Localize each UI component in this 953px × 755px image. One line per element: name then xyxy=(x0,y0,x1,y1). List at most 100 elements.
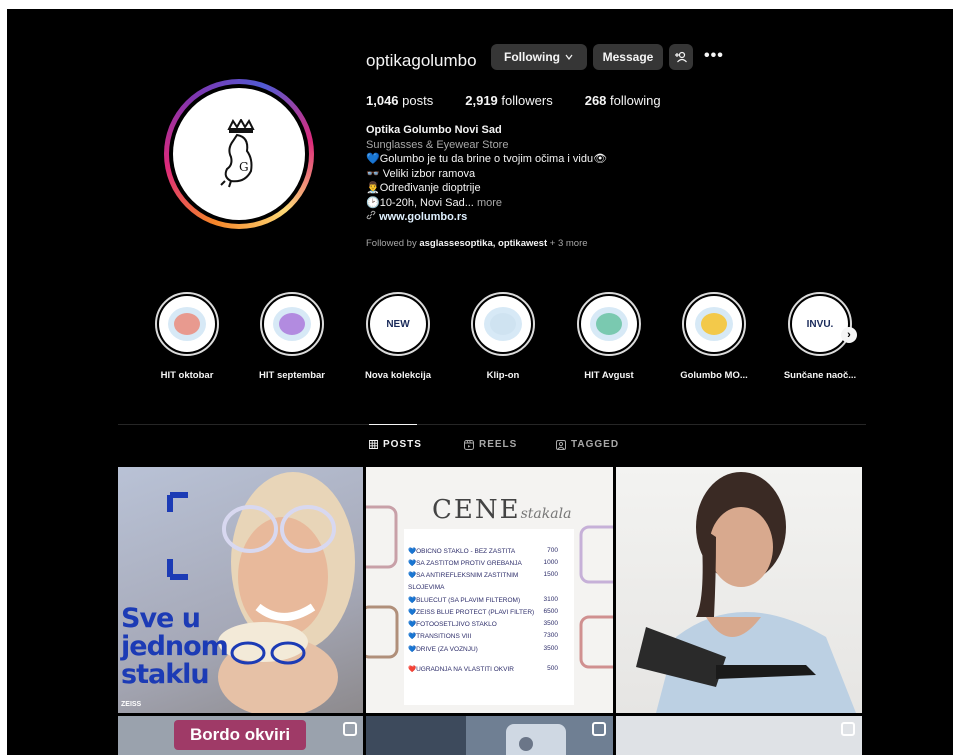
profile-stats: 1,046 posts 2,919 followers 268 followin… xyxy=(366,93,661,108)
svg-text:G: G xyxy=(239,160,249,174)
price-item: ❤️UGRADNJA NA VLASTITI OKVIR xyxy=(408,666,514,673)
post-tile[interactable] xyxy=(616,467,862,713)
post-tile[interactable] xyxy=(616,716,862,755)
add-user-icon xyxy=(675,51,687,63)
highlight-item[interactable]: Golumbo MO... xyxy=(669,292,759,381)
profile-bio: Optika Golumbo Novi Sad Sunglasses & Eye… xyxy=(366,123,726,225)
bio-line: 🕑10-20h, Novi Sad... more xyxy=(366,196,502,209)
price-item: 💙ZEISS BLUE PROTECT (PLAVI FILTER) xyxy=(408,609,535,616)
chevron-down-icon xyxy=(565,54,573,60)
price-item: 💙SA ZASTITOM PROTIV GREBANJA xyxy=(408,560,522,568)
reels-icon xyxy=(464,439,474,450)
price-value: 3500 xyxy=(543,644,558,652)
more-link[interactable]: more xyxy=(477,197,502,209)
category-label: Sunglasses & Eyewear Store xyxy=(366,138,509,151)
following-button[interactable]: Following xyxy=(491,44,587,70)
post-caption-overlay: Sve u jednom staklu xyxy=(121,603,229,690)
price-list-title: CENEstakala xyxy=(432,495,572,525)
highlight-item[interactable]: NEW Nova kolekcija xyxy=(353,292,443,381)
posts-stat: 1,046 posts xyxy=(366,93,434,108)
highlight-cover-text: NEW xyxy=(386,318,410,330)
reel-indicator-icon xyxy=(343,722,357,736)
price-row: 💙SA ZASTITOM PROTIV GREBANJA 1000 xyxy=(408,559,558,567)
highlight-cover xyxy=(475,296,531,352)
highlight-cover-shape xyxy=(596,313,622,335)
reel-indicator-icon xyxy=(592,722,606,736)
price-item: 💙BLUECUT (SA PLAVIM FILTEROM) xyxy=(408,596,521,604)
tagged-icon xyxy=(556,439,566,450)
highlight-ring: NEW xyxy=(366,292,430,356)
price-item: 💙OBICNO STAKLO - BEZ ZASTITA xyxy=(408,548,516,555)
tab-reels[interactable]: REELS xyxy=(464,439,517,450)
price-item: 💙SA ANTIREFLEKSNIM ZASTITNIM xyxy=(408,572,519,580)
price-item: 💙FOTOOSETLJIVO STAKLO xyxy=(408,621,497,629)
golumbo-logo-icon: G xyxy=(220,119,255,188)
post-tile[interactable]: CENEstakala 💙OBICNO STAKLO - BEZ ZASTITA… xyxy=(366,467,613,713)
highlight-ring xyxy=(260,292,324,356)
post-tile[interactable] xyxy=(366,716,613,755)
price-value: 7300 xyxy=(543,632,558,640)
highlight-label: Nova kolekcija xyxy=(364,370,431,381)
followed-by-text[interactable]: Followed by asglassesoptika, optikawest … xyxy=(366,238,588,249)
price-item: 💙TRANSITIONS VIII xyxy=(408,633,472,641)
price-row: 💙FOTOOSETLJIVO STAKLO 3500 xyxy=(408,620,558,628)
highlight-item[interactable]: HIT oktobar xyxy=(142,292,232,381)
highlight-cover-shape xyxy=(701,313,727,335)
highlight-cover xyxy=(264,296,320,352)
tab-tagged[interactable]: TAGGED xyxy=(556,439,619,450)
link-icon xyxy=(366,210,376,220)
post-photo-illustration xyxy=(366,716,566,755)
highlight-cover-shape xyxy=(490,313,516,335)
post-caption-overlay: Bordo okviri xyxy=(174,720,306,750)
post-tile[interactable]: Bordo okviri xyxy=(118,716,363,755)
highlight-label: HIT Avgust xyxy=(584,370,634,381)
highlight-label: HIT oktobar xyxy=(160,370,214,381)
profile-username: optikagolumbo xyxy=(366,51,477,70)
highlight-item[interactable]: Klip-on xyxy=(458,292,548,381)
price-value: 6500 xyxy=(543,608,558,615)
tab-posts[interactable]: POSTS xyxy=(369,439,422,450)
more-options-icon[interactable]: ••• xyxy=(704,47,724,65)
price-value: 500 xyxy=(547,665,558,672)
price-item: 💙DRIVE (ZA VOZNJU) xyxy=(408,645,478,653)
highlight-item[interactable]: HIT Avgust xyxy=(564,292,654,381)
price-row: 💙DRIVE (ZA VOZNJU) 3500 xyxy=(408,645,558,653)
bio-line: 👨‍⚕️Određivanje dioptrije xyxy=(366,182,481,194)
tabs-divider xyxy=(118,424,866,425)
followers-stat[interactable]: 2,919 followers xyxy=(465,93,552,108)
post-tile[interactable]: Sve u jednom staklu ZEISS xyxy=(118,467,363,713)
active-tab-indicator xyxy=(369,424,417,425)
profile-avatar-story-ring[interactable]: G xyxy=(164,79,314,229)
highlight-label: HIT septembar xyxy=(259,370,325,381)
price-row: 💙TRANSITIONS VIII 7300 xyxy=(408,632,558,640)
reel-indicator-icon xyxy=(841,722,855,736)
zeiss-brand-label: ZEISS xyxy=(121,701,142,708)
price-value: 3500 xyxy=(543,620,558,628)
message-button[interactable]: Message xyxy=(593,44,663,70)
highlight-ring xyxy=(471,292,535,356)
highlight-cover xyxy=(159,296,215,352)
highlight-label: Klip-on xyxy=(486,370,520,381)
suggested-accounts-button[interactable] xyxy=(669,44,693,70)
grid-icon xyxy=(369,440,378,449)
highlight-cover-text: INVU. xyxy=(806,318,834,330)
price-row: 💙OBICNO STAKLO - BEZ ZASTITA 700 xyxy=(408,547,558,555)
highlight-label: Sunčane naoč... xyxy=(783,370,857,381)
website-row: www.golumbo.rs xyxy=(366,210,726,225)
highlight-item[interactable]: HIT septembar xyxy=(247,292,337,381)
price-row: 💙BLUECUT (SA PLAVIM FILTEROM) 3100 xyxy=(408,596,558,604)
price-value: 700 xyxy=(547,547,558,554)
highlight-ring xyxy=(682,292,746,356)
highlight-ring xyxy=(155,292,219,356)
highlight-cover-shape xyxy=(279,313,305,335)
highlights-next-button[interactable]: › xyxy=(841,327,857,343)
price-row: 💙SA ANTIREFLEKSNIM ZASTITNIM 1500 xyxy=(408,571,558,579)
avatar: G xyxy=(173,88,305,220)
display-name: Optika Golumbo Novi Sad xyxy=(366,124,502,136)
bio-line: 👓 Veliki izbor ramova xyxy=(366,167,476,180)
following-stat[interactable]: 268 following xyxy=(585,93,661,108)
highlight-ring: INVU. xyxy=(788,292,852,356)
highlight-cover: INVU. xyxy=(792,296,848,352)
price-row: SLOJEVIMA xyxy=(408,584,558,591)
website-link[interactable]: www.golumbo.rs xyxy=(379,211,467,223)
